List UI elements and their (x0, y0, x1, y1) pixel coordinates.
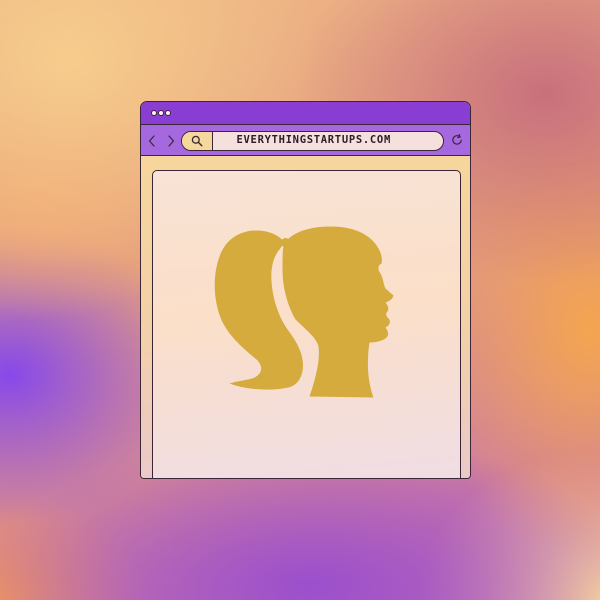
content-panel (151, 169, 461, 478)
window-body (141, 156, 470, 478)
search-icon (191, 135, 203, 147)
url-field[interactable]: EVERYTHINGSTARTUPS.COM (213, 132, 443, 150)
toolbar: EVERYTHINGSTARTUPS.COM (141, 125, 470, 156)
chevron-left-icon[interactable] (148, 134, 156, 147)
reload-icon-glyph (451, 134, 462, 145)
search-button[interactable] (181, 131, 213, 150)
address-bar[interactable]: EVERYTHINGSTARTUPS.COM (180, 130, 444, 151)
window-dot-icon[interactable] (157, 109, 164, 116)
chevron-left-icon-glyph (148, 134, 155, 147)
window-dot-icon[interactable] (164, 109, 171, 116)
woman-ponytail-silhouette-icon (214, 226, 393, 397)
title-bar[interactable] (141, 102, 470, 125)
hair-tie-shape (280, 237, 290, 247)
chevron-right-icon[interactable] (167, 134, 175, 147)
window-dot-icon[interactable] (150, 109, 157, 116)
url-text: EVERYTHINGSTARTUPS.COM (236, 134, 391, 146)
browser-window: EVERYTHINGSTARTUPS.COM (140, 101, 471, 479)
chevron-right-icon-glyph (167, 134, 174, 147)
reload-icon[interactable] (451, 134, 463, 146)
gradient-background: EVERYTHINGSTARTUPS.COM (0, 0, 600, 600)
